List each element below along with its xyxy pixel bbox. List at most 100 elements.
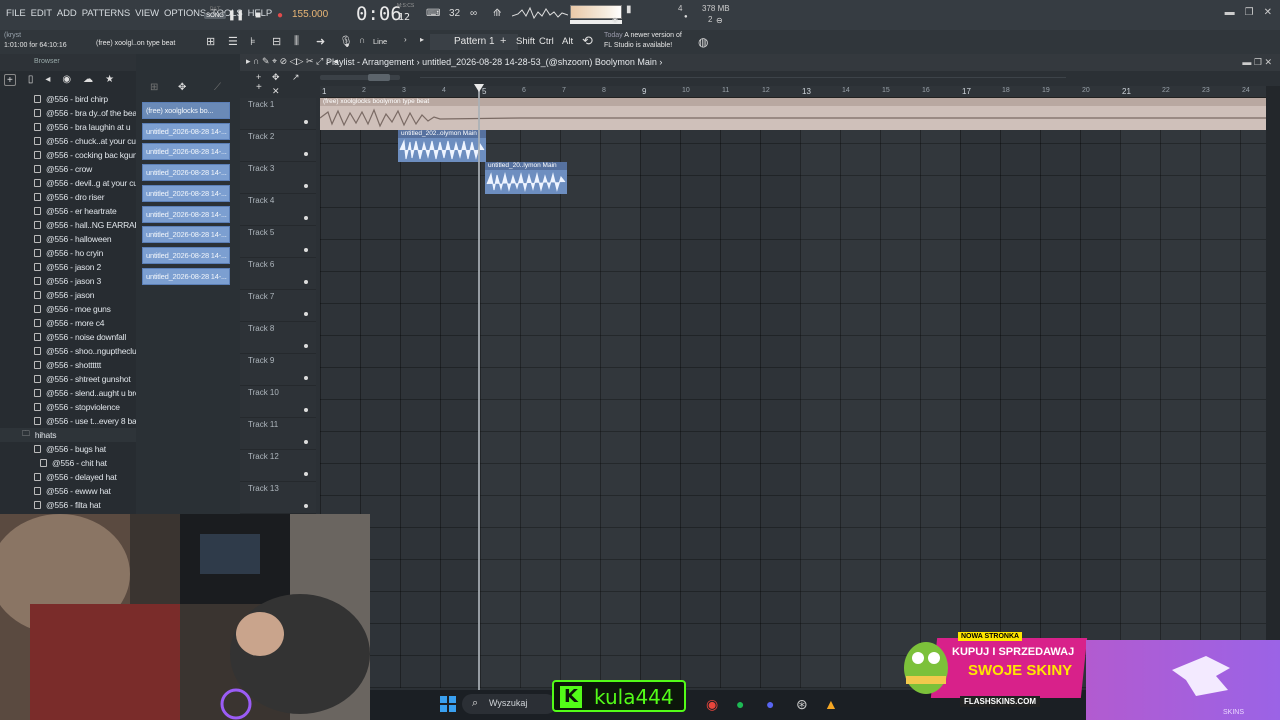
- track-header[interactable]: Track 12: [240, 450, 316, 482]
- browser-file-item[interactable]: @556 - bra dy..of the beat: [0, 106, 136, 120]
- playlist-window-controls[interactable]: ▬ ❐ ✕: [1242, 57, 1272, 68]
- browser-file-item[interactable]: @556 - moe guns: [0, 302, 136, 316]
- pause-button[interactable]: ❚❚: [228, 7, 245, 23]
- browser-file-item[interactable]: @556 - crow: [0, 162, 136, 176]
- blend-notes-icon[interactable]: ∞: [470, 8, 477, 19]
- close-track-icon[interactable]: ✕: [272, 86, 280, 97]
- browser-file-item[interactable]: @556 - stopviolence: [0, 400, 136, 414]
- discord-icon[interactable]: ●: [766, 696, 774, 712]
- browser-file-item[interactable]: @556 - slend..aught u bro: [0, 386, 136, 400]
- close-icon[interactable]: ✕: [1264, 7, 1272, 18]
- clip-tool-icon[interactable]: ⟋: [214, 82, 221, 93]
- track-header[interactable]: Track 5: [240, 226, 316, 258]
- browser-file-item[interactable]: @556 - ewww hat: [0, 484, 136, 498]
- expand-icon[interactable]: ✥: [272, 72, 280, 83]
- stop-button[interactable]: ■: [250, 7, 266, 23]
- track-header[interactable]: Track 4: [240, 194, 316, 226]
- ctrl-key[interactable]: Ctrl: [539, 36, 554, 47]
- fl-logo-icon[interactable]: ◍: [698, 35, 708, 49]
- browser-file-item[interactable]: @556 - bugs hat: [0, 442, 136, 456]
- clip-source-item[interactable]: untitled_2026-08-28 14-...: [142, 267, 230, 285]
- step-edit-icon[interactable]: 32: [449, 8, 460, 19]
- track-header[interactable]: Track 2: [240, 130, 316, 162]
- track-mute-led[interactable]: [304, 120, 308, 124]
- browser-file-item[interactable]: @556 - cocking bac kgun: [0, 148, 136, 162]
- mixer-icon[interactable]: ⫼: [294, 35, 299, 48]
- clip-source-item[interactable]: untitled_2026-08-28 14-...: [142, 205, 230, 223]
- playlist-arrow-icon[interactable]: ➜: [316, 35, 325, 48]
- track-mute-led[interactable]: [304, 184, 308, 188]
- audio-clip-track-1[interactable]: (free) xoolglocks boolymon type beat: [320, 98, 1266, 130]
- track-mute-led[interactable]: [304, 344, 308, 348]
- browser-file-item[interactable]: @556 - jason 2: [0, 260, 136, 274]
- clip-source-item[interactable]: untitled_2026-08-28 14-...: [142, 122, 230, 140]
- track-header[interactable]: Track 13: [240, 482, 316, 514]
- browser-file-item[interactable]: @556 - shtreet gunshot: [0, 372, 136, 386]
- track-header[interactable]: Track 9: [240, 354, 316, 386]
- fl-studio-taskbar-icon[interactable]: ▲: [824, 696, 838, 712]
- clip-menu-icon[interactable]: ⊞: [150, 82, 158, 93]
- shift-key[interactable]: Shift: [516, 36, 535, 47]
- add-track-icon[interactable]: +: [256, 82, 262, 93]
- track-header[interactable]: Track 8: [240, 322, 316, 354]
- move-arrows-icon[interactable]: ✥: [178, 82, 186, 93]
- track-mute-led[interactable]: [304, 472, 308, 476]
- browser-file-item[interactable]: @556 - er heartrate: [0, 204, 136, 218]
- spotify-icon[interactable]: ●: [736, 696, 744, 712]
- track-mute-led[interactable]: [304, 216, 308, 220]
- channel-rack-icon[interactable]: ☰: [228, 35, 238, 48]
- track-header[interactable]: Track 6: [240, 258, 316, 290]
- track-header[interactable]: Track 7: [240, 290, 316, 322]
- browser-file-item[interactable]: @556 - shotttttt: [0, 358, 136, 372]
- minimize-icon[interactable]: ▬: [1225, 7, 1235, 18]
- snap-arrow-icon[interactable]: ›: [404, 35, 407, 44]
- microphone-icon[interactable]: 🎙: [339, 35, 353, 48]
- master-volume-icon[interactable]: ◉: [612, 16, 618, 24]
- track-mute-led[interactable]: [304, 504, 308, 508]
- audio-clip-track-3[interactable]: untitled_20..lymon Main: [485, 162, 567, 194]
- browser-file-item[interactable]: @556 - hall..NG EARRAPE): [0, 218, 136, 232]
- browser-star-icon[interactable]: ★: [105, 74, 114, 86]
- browser-file-item[interactable]: @556 - dro riser: [0, 190, 136, 204]
- track-header[interactable]: Track 3: [240, 162, 316, 194]
- track-mute-led[interactable]: [304, 376, 308, 380]
- browser-cloud-icon[interactable]: ☁: [83, 74, 93, 86]
- browser-speaker-icon[interactable]: ◂: [45, 74, 50, 86]
- track-mute-led[interactable]: [304, 312, 308, 316]
- browser-file-item[interactable]: @556 - bird chirp: [0, 92, 136, 106]
- playhead-marker[interactable]: [474, 84, 484, 92]
- browser-file-item[interactable]: @556 - chuck..at your cut: [0, 134, 136, 148]
- menu-view[interactable]: VIEW: [135, 8, 159, 19]
- snap-tool-icon[interactable]: ⊞: [206, 35, 215, 48]
- metronome-icon[interactable]: ⟰: [493, 8, 501, 19]
- timeline-ruler[interactable]: 1 2 3 4 5 6 7 8 9 10 11 12 13 14 15 16 17 18 19 20 21 22 23 24: [320, 86, 1266, 98]
- pat-song-toggle[interactable]: PAT SONG: [204, 7, 226, 23]
- alt-key[interactable]: Alt: [562, 36, 573, 47]
- browser-expand-icon[interactable]: +: [4, 74, 16, 86]
- track-mute-led[interactable]: [304, 152, 308, 156]
- browser-file-item[interactable]: @556 - jason: [0, 288, 136, 302]
- clip-source-item[interactable]: (free) xoolglocks bo...: [142, 102, 230, 119]
- audio-clip-track-2[interactable]: untitled_202..olymon Main: [398, 130, 486, 162]
- browser-file-item[interactable]: @556 - chit hat: [0, 456, 136, 470]
- menu-options[interactable]: OPTIONS: [164, 8, 206, 19]
- browser-file-item[interactable]: @556 - filta hat: [0, 498, 136, 512]
- magnet-icon[interactable]: ∩: [359, 35, 365, 45]
- browser-file-item[interactable]: @556 - jason 3: [0, 274, 136, 288]
- steam-icon[interactable]: ⊛: [796, 696, 808, 713]
- restore-icon[interactable]: ❐: [1245, 7, 1254, 18]
- track-header[interactable]: Track 11: [240, 418, 316, 450]
- browser-file-item[interactable]: @556 - delayed hat: [0, 470, 136, 484]
- windows-start-icon[interactable]: [440, 696, 456, 712]
- news-panel[interactable]: Today A newer version of FL Studio is av…: [604, 31, 682, 50]
- record-button[interactable]: ●: [272, 7, 288, 23]
- browser-toggle-icon[interactable]: ⊟: [272, 35, 281, 48]
- clip-source-item[interactable]: untitled_2026-08-28 14-...: [142, 246, 230, 264]
- menu-edit[interactable]: EDIT: [31, 8, 52, 19]
- menu-file[interactable]: FILE: [6, 8, 26, 19]
- browser-file-item[interactable]: @556 - bra laughin at u: [0, 120, 136, 134]
- clip-source-item[interactable]: untitled_2026-08-28 14-...: [142, 184, 230, 202]
- track-mute-led[interactable]: [304, 408, 308, 412]
- browser-file-item[interactable]: @556 - use t...every 8 bars: [0, 414, 136, 428]
- vertical-scrollbar[interactable]: [1266, 86, 1280, 690]
